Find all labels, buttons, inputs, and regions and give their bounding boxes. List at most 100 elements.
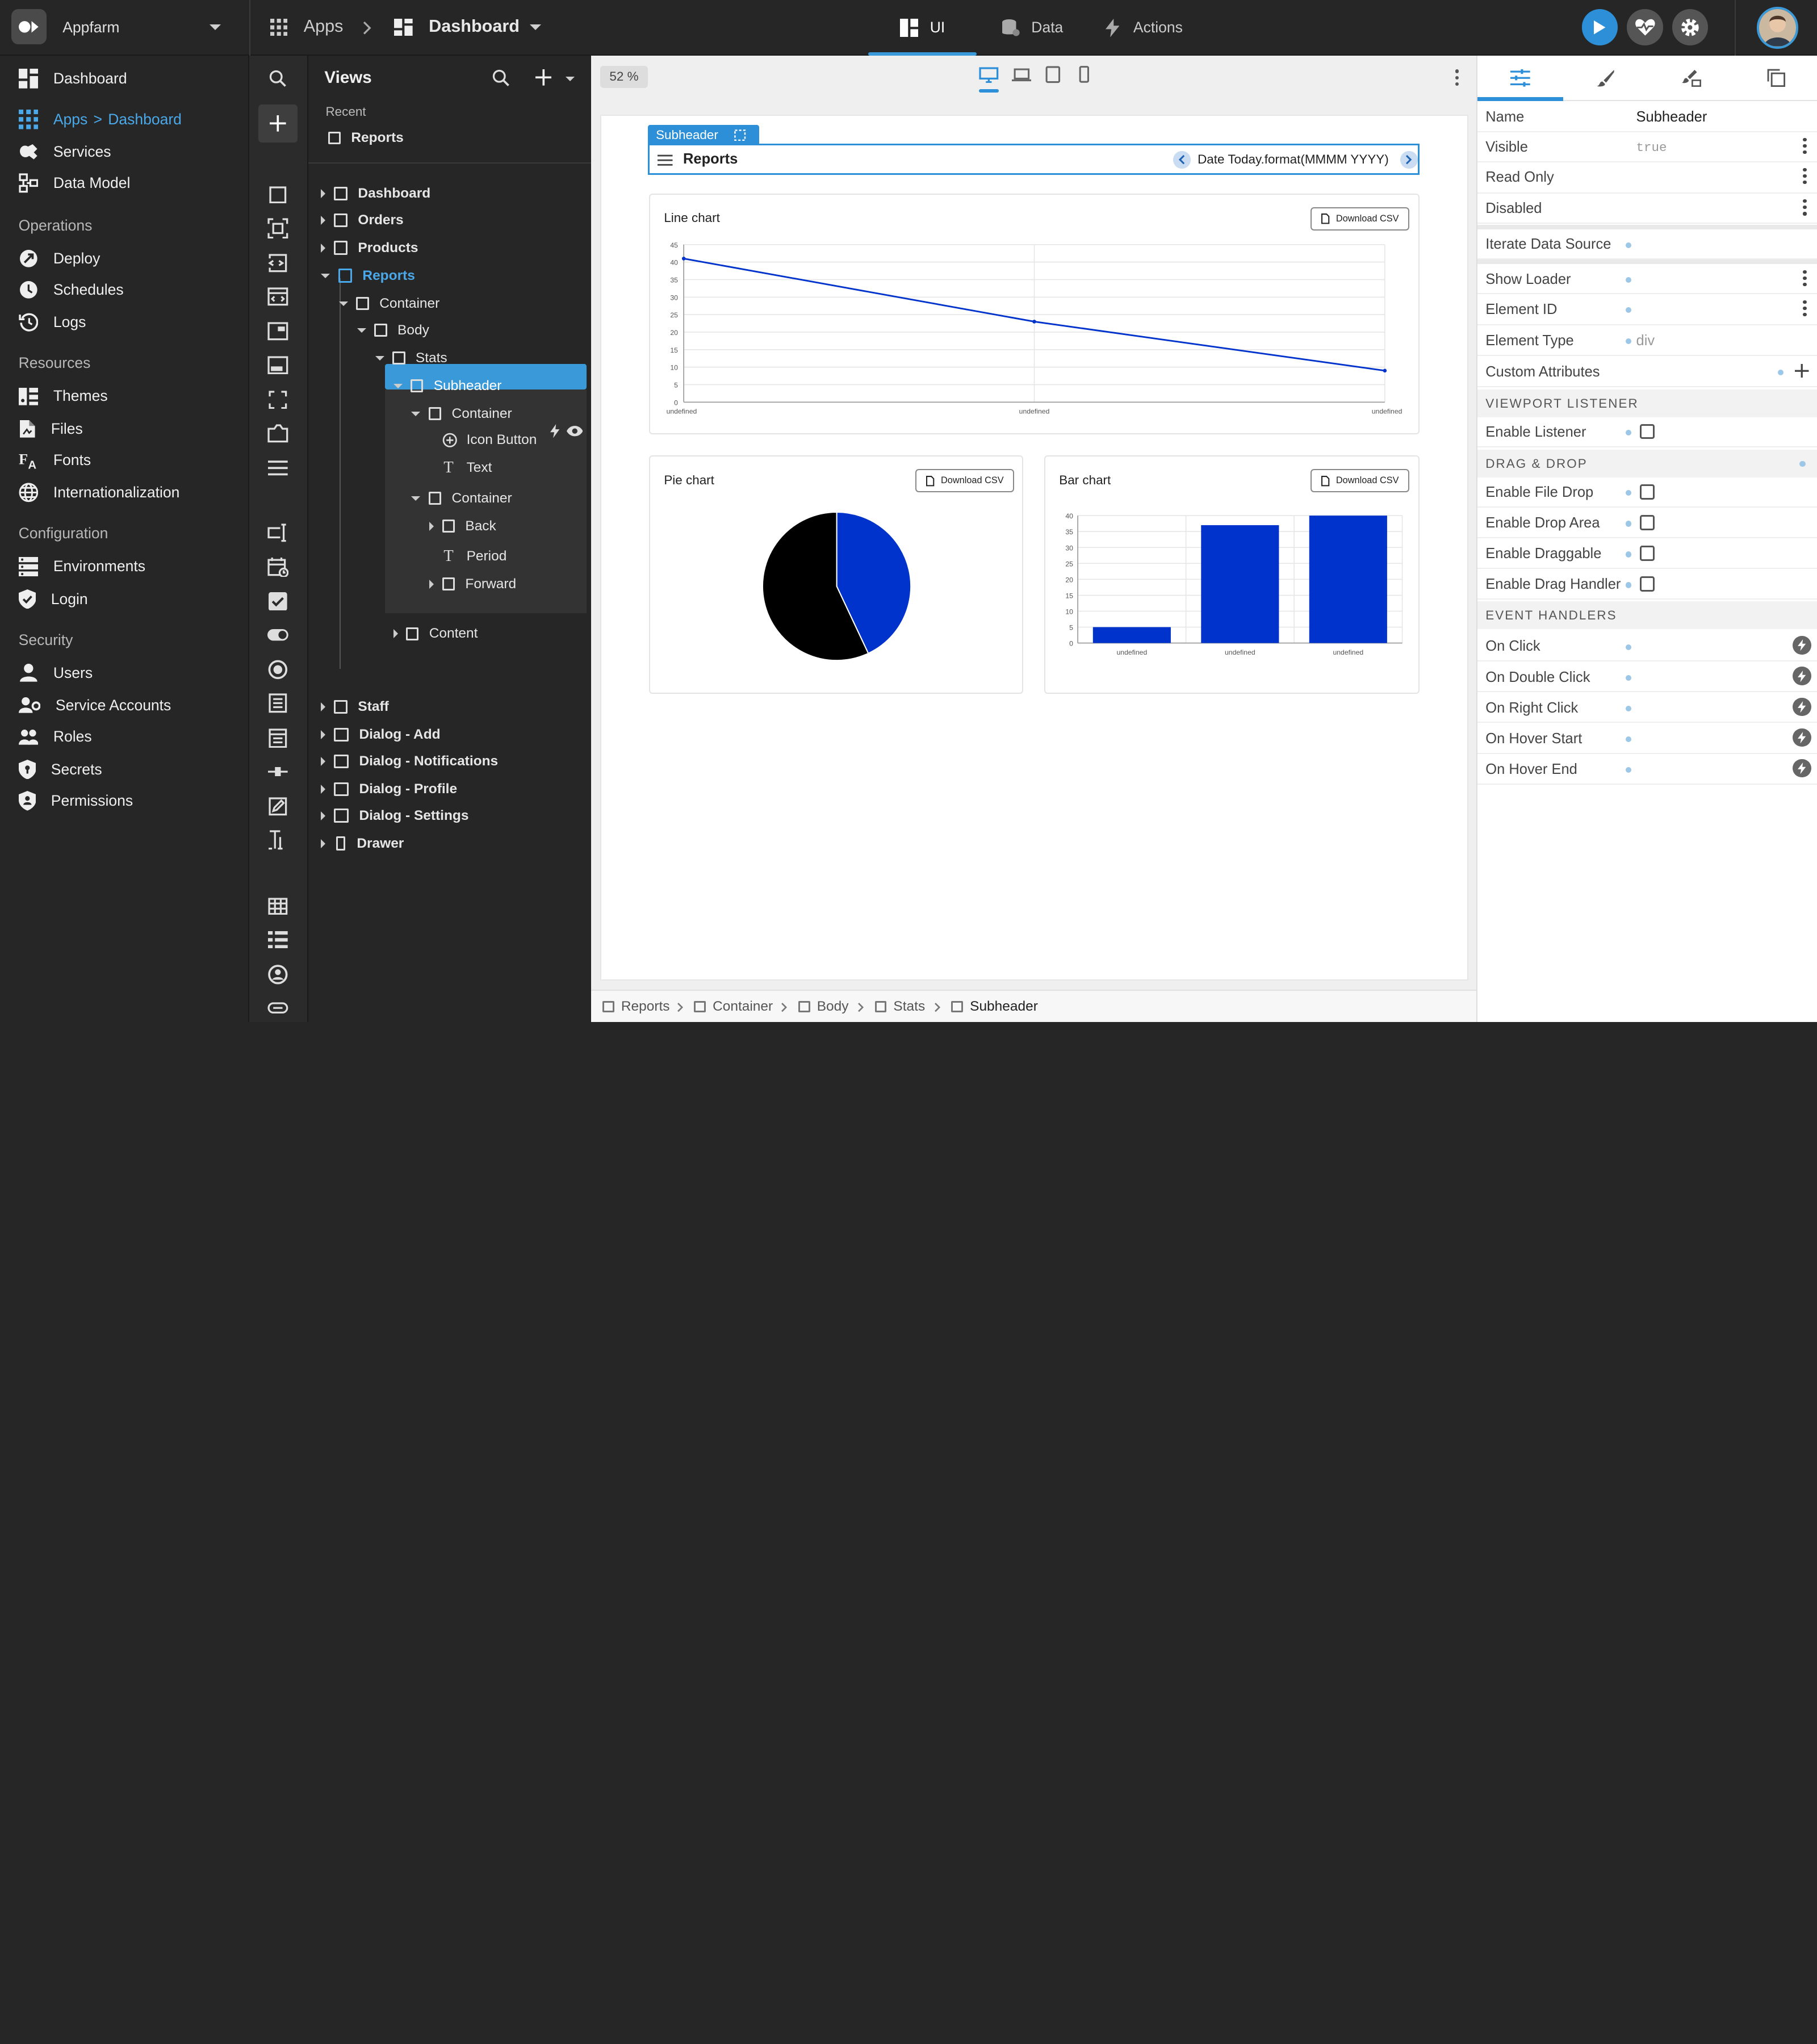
nav-item-logs[interactable]: Logs xyxy=(18,309,86,335)
nav-item-permissions[interactable]: Permissions xyxy=(18,788,133,814)
binding-dot-icon[interactable] xyxy=(1626,551,1632,558)
more-options-icon[interactable] xyxy=(1803,167,1807,185)
tree-item[interactable]: Forward xyxy=(429,571,516,597)
property-row[interactable]: Enable Draggable xyxy=(1477,539,1817,569)
fullscreen-tool-icon[interactable] xyxy=(267,389,288,411)
tree-item[interactable]: Back xyxy=(429,513,496,539)
search-icon[interactable] xyxy=(267,68,288,89)
property-row[interactable]: Enable Drag Handler xyxy=(1477,569,1817,600)
property-row[interactable]: Element Type div xyxy=(1477,325,1817,356)
add-view-chevron-down-icon[interactable] xyxy=(565,76,575,81)
canvas-more-icon[interactable] xyxy=(1455,69,1459,86)
select-parent-icon[interactable] xyxy=(734,129,746,141)
list-view-tool-icon[interactable] xyxy=(267,929,288,950)
radio-tool-icon[interactable] xyxy=(267,659,288,680)
property-row[interactable]: Custom Attributes xyxy=(1477,357,1817,387)
slider-tool-icon[interactable] xyxy=(267,761,288,782)
more-options-icon[interactable] xyxy=(1803,199,1807,216)
appfarm-logo-icon[interactable] xyxy=(11,9,47,44)
property-row[interactable]: Show Loader xyxy=(1477,264,1817,295)
binding-dot-icon[interactable] xyxy=(1799,461,1806,467)
checkbox-tool-icon[interactable] xyxy=(267,591,288,612)
checkbox[interactable] xyxy=(1639,515,1655,530)
binding-dot-icon[interactable] xyxy=(1777,369,1783,376)
switch-tool-icon[interactable] xyxy=(267,625,289,646)
apps-grid-icon[interactable] xyxy=(270,18,288,36)
property-row[interactable]: Enable Listener xyxy=(1477,417,1817,447)
binding-dot-icon[interactable] xyxy=(1626,582,1632,588)
search-icon[interactable] xyxy=(492,69,510,87)
tree-item[interactable]: Staff xyxy=(321,694,389,719)
add-view-icon[interactable] xyxy=(535,69,552,86)
nav-item-roles[interactable]: Roles xyxy=(18,724,92,749)
tab-styles[interactable] xyxy=(1563,56,1649,101)
binding-dot-icon[interactable] xyxy=(1626,736,1632,743)
tree-item[interactable]: Products xyxy=(321,235,418,261)
checkbox[interactable] xyxy=(1639,576,1655,592)
add-attribute-icon[interactable] xyxy=(1795,363,1809,382)
nav-item-secrets[interactable]: Secrets xyxy=(18,757,102,782)
binding-dot-icon[interactable] xyxy=(1626,521,1632,527)
expand-right-icon[interactable] xyxy=(393,629,398,639)
more-options-icon[interactable] xyxy=(1803,300,1807,317)
expand-down-icon[interactable] xyxy=(357,328,366,333)
nav-item-login[interactable]: Login xyxy=(18,587,88,612)
tree-item[interactable]: Container xyxy=(411,401,512,426)
binding-dot-icon[interactable] xyxy=(1626,767,1632,773)
tablet-device-button[interactable] xyxy=(1043,66,1063,94)
binding-dot-icon[interactable] xyxy=(1626,430,1632,436)
nav-item-deploy[interactable]: Deploy xyxy=(19,246,100,271)
add-component-button[interactable] xyxy=(258,104,298,143)
expand-down-icon[interactable] xyxy=(321,273,330,278)
tree-item[interactable]: Container xyxy=(411,485,512,511)
card-tool-icon[interactable] xyxy=(267,321,288,342)
property-value[interactable]: div xyxy=(1636,333,1655,349)
table-tool-icon[interactable] xyxy=(267,896,288,917)
property-row[interactable]: On Click xyxy=(1477,631,1817,662)
app-chevron-down-icon[interactable] xyxy=(529,24,541,30)
tab-data[interactable]: Data xyxy=(1001,0,1063,56)
tree-item[interactable]: Dialog - Profile xyxy=(321,776,457,802)
checkbox[interactable] xyxy=(1639,484,1655,500)
tree-item[interactable]: T Text xyxy=(429,455,492,481)
tab-ui[interactable]: UI xyxy=(868,0,977,56)
nav-item-environments[interactable]: Environments xyxy=(18,554,145,579)
property-row[interactable]: On Hover Start xyxy=(1477,723,1817,754)
binding-dot-icon[interactable] xyxy=(1626,644,1632,650)
expand-right-icon[interactable] xyxy=(321,839,326,848)
nav-item-data-model[interactable]: Data Model xyxy=(19,170,130,196)
expand-right-icon[interactable] xyxy=(321,189,326,198)
expand-right-icon[interactable] xyxy=(321,215,326,225)
tree-item[interactable]: Dialog - Settings xyxy=(321,803,468,828)
expand-down-icon[interactable] xyxy=(393,383,403,388)
property-row[interactable]: Element ID xyxy=(1477,294,1817,326)
breadcrumb-item[interactable]: Stats xyxy=(874,999,925,1015)
expand-down-icon[interactable] xyxy=(339,301,349,306)
desktop-device-button[interactable] xyxy=(979,66,1000,94)
checkbox[interactable] xyxy=(1639,546,1655,561)
breadcrumb-item[interactable]: Subheader xyxy=(951,999,1038,1015)
property-row[interactable]: Disabled xyxy=(1477,194,1817,224)
binding-dot-icon[interactable] xyxy=(1626,490,1632,496)
recent-view-item[interactable]: Reports xyxy=(328,125,404,150)
checkbox[interactable] xyxy=(1639,424,1655,439)
property-row[interactable]: Read Only xyxy=(1477,162,1817,194)
table-form-tool-icon[interactable] xyxy=(267,728,288,749)
property-row[interactable]: Enable Drop Area xyxy=(1477,508,1817,538)
property-row[interactable]: On Hover End xyxy=(1477,755,1817,785)
tree-item[interactable]: Orders xyxy=(321,207,404,233)
expand-right-icon[interactable] xyxy=(321,784,326,794)
panel-tool-icon[interactable] xyxy=(267,354,288,375)
workspace-name[interactable]: Appfarm xyxy=(62,19,119,36)
laptop-device-button[interactable] xyxy=(1011,66,1032,94)
embed-tool-icon[interactable] xyxy=(267,286,288,307)
tree-item[interactable]: Stats xyxy=(375,345,447,371)
breadcrumb-item[interactable]: Container xyxy=(694,999,773,1015)
tree-item[interactable]: Body xyxy=(357,317,429,343)
nav-item-fonts[interactable]: FA Fonts xyxy=(19,447,91,473)
chip-tool-icon[interactable] xyxy=(267,998,288,1019)
dynamic-container-tool-icon[interactable] xyxy=(267,218,288,239)
binding-dot-icon[interactable] xyxy=(1626,277,1632,283)
bolt-icon[interactable] xyxy=(1793,697,1811,717)
form-tool-icon[interactable] xyxy=(267,693,288,714)
